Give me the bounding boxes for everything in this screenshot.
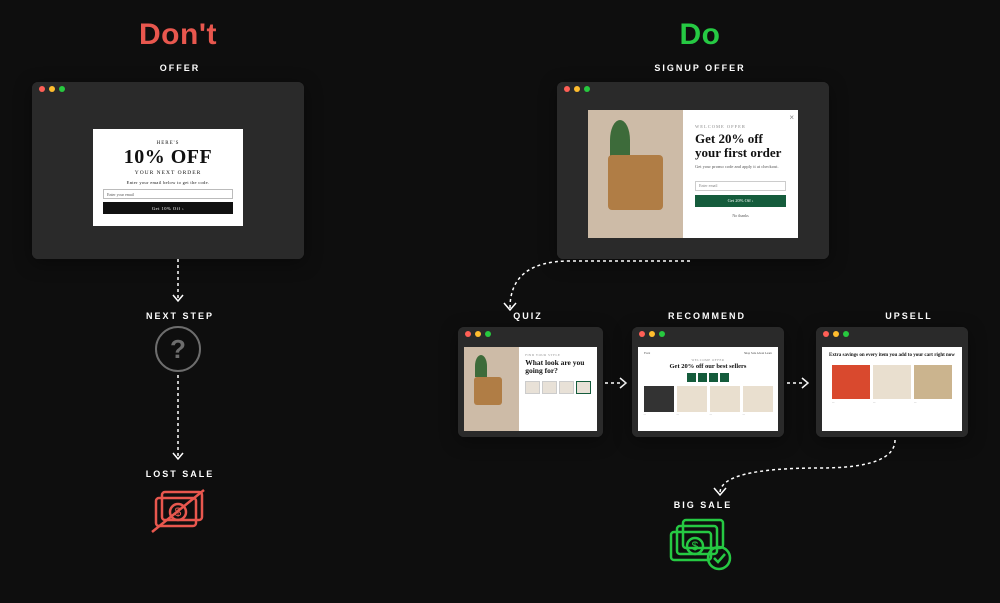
upsell-card: Extra savings on every item you add to y… bbox=[822, 347, 962, 431]
maximize-icon bbox=[584, 86, 590, 92]
product-card[interactable]: — bbox=[832, 365, 870, 404]
product-card[interactable]: — bbox=[873, 365, 911, 404]
dont-next-step-label: NEXT STEP bbox=[130, 311, 230, 321]
minimize-icon bbox=[475, 331, 481, 337]
style-option[interactable] bbox=[559, 381, 574, 394]
style-option[interactable] bbox=[525, 381, 540, 394]
get-offer-button[interactable]: Get 10% Off › bbox=[103, 202, 233, 214]
maximize-icon bbox=[843, 331, 849, 337]
do-upsell-window: Extra savings on every item you add to y… bbox=[816, 327, 968, 437]
arrow-right-icon bbox=[787, 378, 813, 388]
modal-headline: Get 20% offyour first order bbox=[695, 132, 786, 161]
quiz-kicker: FIND YOUR STYLE bbox=[525, 353, 591, 357]
arrow-down-icon bbox=[177, 375, 179, 465]
svg-text:$: $ bbox=[692, 539, 699, 553]
arrow-curve-icon bbox=[700, 438, 920, 498]
do-upsell-label: UPSELL bbox=[874, 311, 944, 321]
email-input[interactable]: Enter email bbox=[695, 181, 786, 191]
product-image bbox=[588, 110, 683, 238]
close-icon bbox=[39, 86, 45, 92]
do-recommend-window: ForstShop Sale About Learn WELCOME OFFER… bbox=[632, 327, 784, 437]
window-traffic-lights bbox=[458, 327, 603, 341]
modal-desc: Enter your email below to get the code. bbox=[103, 180, 233, 185]
do-title: Do bbox=[600, 18, 800, 52]
maximize-icon bbox=[485, 331, 491, 337]
style-option-selected[interactable] bbox=[576, 381, 591, 394]
style-option[interactable] bbox=[542, 381, 557, 394]
big-sale-icon: $ bbox=[665, 518, 735, 574]
rec-kicker: WELCOME OFFER bbox=[644, 358, 772, 362]
window-traffic-lights bbox=[32, 82, 304, 96]
do-recommend-label: RECOMMEND bbox=[662, 311, 752, 321]
arrow-down-icon bbox=[177, 259, 179, 307]
close-icon bbox=[639, 331, 645, 337]
arrow-curve-icon bbox=[490, 258, 700, 318]
rec-headline: Get 20% off our best sellers bbox=[644, 363, 772, 370]
modal-subhead: YOUR NEXT ORDER bbox=[103, 170, 233, 176]
site-nav: ForstShop Sale About Learn bbox=[644, 351, 772, 355]
window-traffic-lights bbox=[816, 327, 968, 341]
quiz-options bbox=[525, 381, 591, 394]
do-bigsale-label: BIG SALE bbox=[658, 500, 748, 510]
dont-offer-window: HERE'S 10% OFF YOUR NEXT ORDER Enter you… bbox=[32, 82, 304, 259]
minimize-icon bbox=[649, 331, 655, 337]
discount-modal: HERE'S 10% OFF YOUR NEXT ORDER Enter you… bbox=[93, 129, 243, 226]
recommend-page: ForstShop Sale About Learn WELCOME OFFER… bbox=[638, 347, 778, 431]
minimize-icon bbox=[574, 86, 580, 92]
do-signup-window: × WELCOME OFFER Get 20% offyour first or… bbox=[557, 82, 829, 259]
filter-swatches bbox=[644, 373, 772, 382]
swatch[interactable] bbox=[709, 373, 718, 382]
product-card[interactable]: — bbox=[710, 386, 740, 419]
get-offer-button[interactable]: Get 20% Off › bbox=[695, 195, 786, 207]
swatch[interactable] bbox=[720, 373, 729, 382]
question-mark-icon: ? bbox=[155, 326, 201, 372]
dont-title: Don't bbox=[78, 18, 278, 52]
upsell-headline: Extra savings on every item you add to y… bbox=[828, 353, 956, 359]
modal-desc: Get your promo code and apply it at chec… bbox=[695, 164, 786, 169]
maximize-icon bbox=[59, 86, 65, 92]
swatch[interactable] bbox=[687, 373, 696, 382]
quiz-card: FIND YOUR STYLE What look are you going … bbox=[464, 347, 597, 431]
window-traffic-lights bbox=[557, 82, 829, 96]
modal-kicker: WELCOME OFFER bbox=[695, 124, 786, 129]
product-card[interactable]: — bbox=[743, 386, 773, 419]
arrow-right-icon bbox=[605, 378, 631, 388]
email-input[interactable]: Enter your email bbox=[103, 189, 233, 199]
quiz-headline: What look are you going for? bbox=[525, 359, 591, 375]
minimize-icon bbox=[49, 86, 55, 92]
close-icon bbox=[465, 331, 471, 337]
no-thanks-link[interactable]: No thanks bbox=[695, 213, 786, 218]
dont-offer-label: OFFER bbox=[130, 63, 230, 73]
swatch[interactable] bbox=[698, 373, 707, 382]
do-quiz-label: QUIZ bbox=[498, 311, 558, 321]
modal-headline: 10% OFF bbox=[103, 146, 233, 169]
signup-modal: × WELCOME OFFER Get 20% offyour first or… bbox=[588, 110, 798, 238]
product-card[interactable]: — bbox=[644, 386, 674, 419]
close-modal-icon[interactable]: × bbox=[789, 113, 794, 122]
close-icon bbox=[564, 86, 570, 92]
lost-sale-icon: $ bbox=[148, 488, 210, 538]
do-quiz-window: FIND YOUR STYLE What look are you going … bbox=[458, 327, 603, 437]
maximize-icon bbox=[659, 331, 665, 337]
do-signup-offer-label: SIGNUP OFFER bbox=[640, 63, 760, 73]
minimize-icon bbox=[833, 331, 839, 337]
dont-lost-sale-label: LOST SALE bbox=[130, 469, 230, 479]
product-card[interactable]: — bbox=[914, 365, 952, 404]
window-traffic-lights bbox=[632, 327, 784, 341]
product-card[interactable]: — bbox=[677, 386, 707, 419]
close-icon bbox=[823, 331, 829, 337]
product-image bbox=[464, 347, 519, 431]
